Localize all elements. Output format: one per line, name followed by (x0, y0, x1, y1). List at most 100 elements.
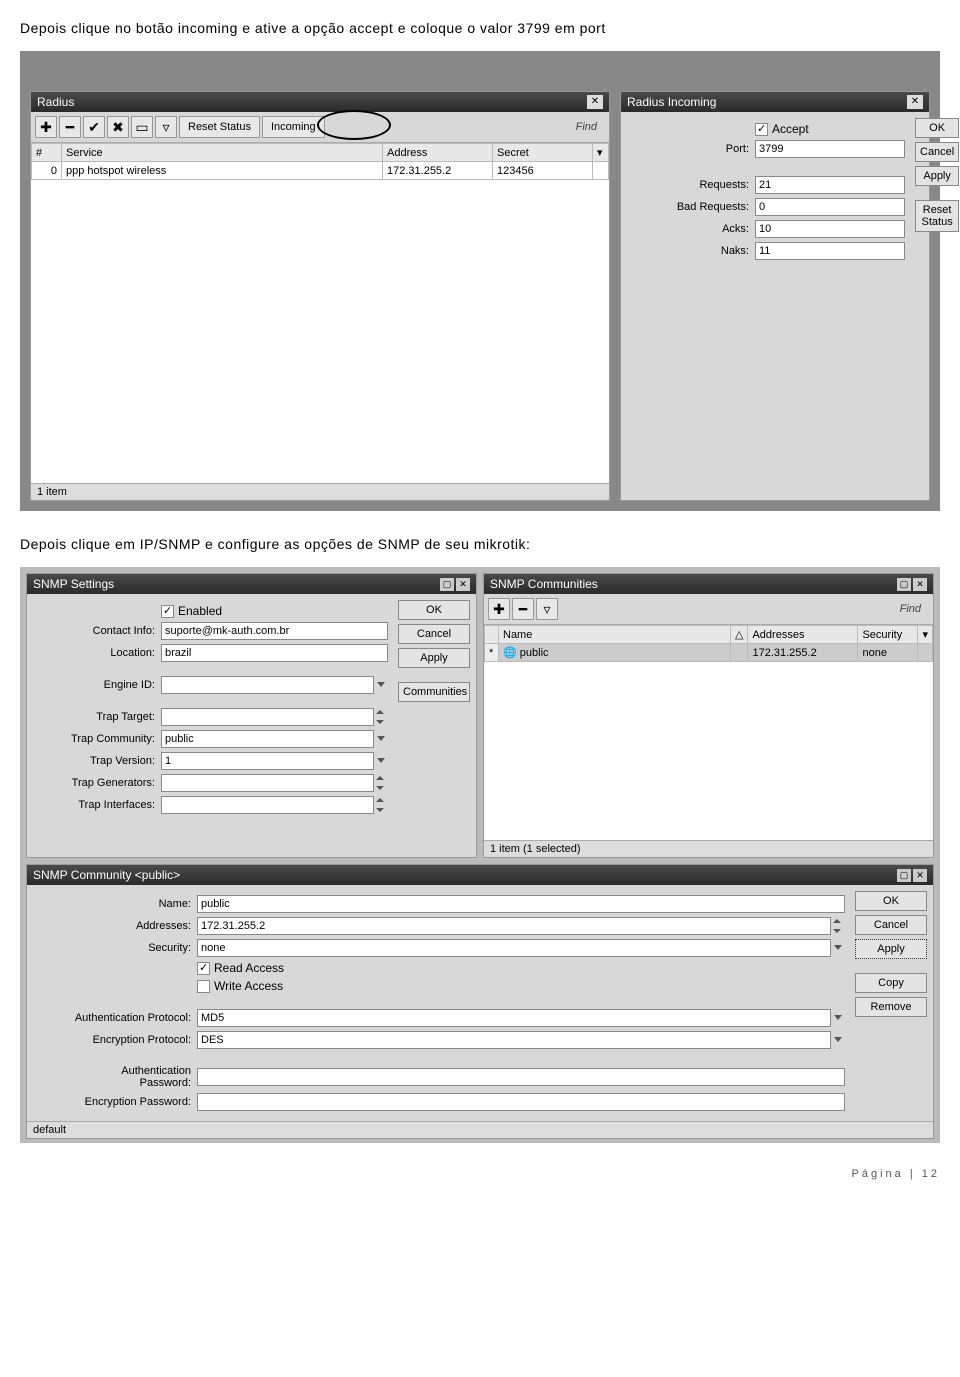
addr-field[interactable] (197, 917, 831, 935)
remove-button[interactable]: ━ (59, 116, 81, 138)
encproto-field[interactable] (197, 1031, 831, 1049)
radius-table-area: # Service Address Secret ▾ 0 ppp hotspot… (31, 143, 609, 483)
incoming-form: Accept Port: Requests: Bad Requests: (621, 112, 909, 270)
col-dropdown[interactable]: ▾ (593, 144, 609, 162)
authpass-field[interactable] (197, 1068, 845, 1086)
remove-button[interactable]: Remove (855, 997, 927, 1017)
snmp-settings-buttons: OK Cancel Apply Communities (392, 594, 476, 824)
contact-label: Contact Info: (31, 625, 161, 637)
incoming-buttons: OK Cancel Apply Reset Status (909, 112, 960, 270)
screenshot-snmp: SNMP Settings ▢✕ Enabled Contact Info: (20, 567, 940, 1143)
contact-field[interactable] (161, 622, 388, 640)
close-icon[interactable]: ✕ (913, 869, 927, 882)
reset-status-button[interactable]: Reset Status (915, 200, 959, 232)
cancel-button[interactable]: Cancel (855, 915, 927, 935)
find-label[interactable]: Find (900, 603, 929, 615)
addr-label: Addresses: (67, 920, 197, 932)
copy-button[interactable]: Copy (855, 973, 927, 993)
trapgen-field[interactable] (161, 774, 374, 792)
close-icon[interactable]: ✕ (456, 578, 470, 591)
enable-button[interactable]: ✔ (83, 116, 105, 138)
ok-button[interactable]: OK (398, 600, 470, 620)
location-field[interactable] (161, 644, 388, 662)
trapif-field[interactable] (161, 796, 374, 814)
minimize-icon[interactable]: ▢ (897, 578, 911, 591)
ok-button[interactable]: OK (915, 118, 959, 138)
snmp-settings-form: Enabled Contact Info: Location: Engine I… (27, 594, 392, 824)
minimize-icon[interactable]: ▢ (897, 869, 911, 882)
add-button[interactable]: ✚ (488, 598, 510, 620)
trapcommunity-field[interactable] (161, 730, 374, 748)
disable-button[interactable]: ✖ (107, 116, 129, 138)
spinner-icon[interactable] (374, 796, 388, 814)
annotation-circle (317, 110, 391, 140)
radius-incoming-window: Radius Incoming ✕ Accept Port: (620, 91, 930, 501)
encpass-field[interactable] (197, 1093, 845, 1111)
col-num[interactable]: # (32, 144, 62, 162)
apply-button[interactable]: Apply (855, 939, 927, 959)
naks-label: Naks: (625, 245, 755, 257)
table-row[interactable]: * 🌐 public 172.31.255.2 none (485, 644, 933, 662)
authproto-label: Authentication Protocol: (67, 1012, 197, 1024)
remove-button[interactable]: ━ (512, 598, 534, 620)
snmp-comm-table-area: Name △ Addresses Security ▾ * 🌐 public 1… (484, 625, 933, 840)
col-address[interactable]: Address (383, 144, 493, 162)
ok-button[interactable]: OK (855, 891, 927, 911)
spinner-icon[interactable] (831, 917, 845, 935)
cancel-button[interactable]: Cancel (398, 624, 470, 644)
find-label[interactable]: Find (576, 121, 605, 133)
add-button[interactable]: ✚ (35, 116, 57, 138)
cell-num: 0 (32, 162, 62, 180)
radius-table: # Service Address Secret ▾ 0 ppp hotspot… (31, 143, 609, 180)
table-row[interactable]: 0 ppp hotspot wireless 172.31.255.2 1234… (32, 162, 609, 180)
col-sort[interactable]: △ (731, 626, 748, 644)
filter-button[interactable]: ▿ (536, 598, 558, 620)
cell-addresses: 172.31.255.2 (748, 644, 858, 662)
communities-button[interactable]: Communities (398, 682, 470, 702)
col-name[interactable]: Name (499, 626, 731, 644)
encpass-label: Encryption Password: (67, 1096, 197, 1108)
name-field[interactable] (197, 895, 845, 913)
close-icon[interactable]: ✕ (913, 578, 927, 591)
chevron-down-icon[interactable] (831, 939, 845, 957)
col-security[interactable]: Security (858, 626, 918, 644)
snmp-communities-window: SNMP Communities ▢✕ ✚ ━ ▿ Find Name △ Ad… (483, 573, 934, 858)
chevron-down-icon[interactable] (831, 1031, 845, 1049)
snmp-settings-window: SNMP Settings ▢✕ Enabled Contact Info: (26, 573, 477, 858)
apply-button[interactable]: Apply (398, 648, 470, 668)
spinner-icon[interactable] (374, 708, 388, 726)
chevron-down-icon[interactable] (831, 1009, 845, 1027)
spinner-icon[interactable] (374, 774, 388, 792)
community-form: Name: Addresses: Security: Read Access (27, 885, 849, 1121)
trapcommunity-label: Trap Community: (31, 733, 161, 745)
trapversion-label: Trap Version: (31, 755, 161, 767)
chevron-down-icon[interactable] (374, 676, 388, 694)
col-addresses[interactable]: Addresses (748, 626, 858, 644)
col-service[interactable]: Service (62, 144, 383, 162)
incoming-button[interactable]: Incoming (262, 116, 325, 138)
enabled-checkbox[interactable] (161, 605, 174, 618)
filter-button[interactable]: ▿ (155, 116, 177, 138)
community-title: SNMP Community <public> (33, 868, 180, 882)
engine-field[interactable] (161, 676, 374, 694)
instruction-2: Depois clique em IP/SNMP e configure as … (20, 536, 940, 552)
chevron-down-icon[interactable] (374, 730, 388, 748)
accept-label: Accept (772, 122, 809, 136)
traptarget-field[interactable] (161, 708, 374, 726)
write-access-checkbox[interactable] (197, 980, 210, 993)
sec-field[interactable] (197, 939, 831, 957)
authproto-field[interactable] (197, 1009, 831, 1027)
close-icon[interactable]: ✕ (587, 95, 603, 109)
accept-checkbox[interactable] (755, 123, 768, 136)
port-field[interactable] (755, 140, 905, 158)
comment-button[interactable]: ▭ (131, 116, 153, 138)
minimize-icon[interactable]: ▢ (440, 578, 454, 591)
reset-status-button[interactable]: Reset Status (179, 116, 260, 138)
chevron-down-icon[interactable] (374, 752, 388, 770)
apply-button[interactable]: Apply (915, 166, 959, 186)
read-access-checkbox[interactable] (197, 962, 210, 975)
cancel-button[interactable]: Cancel (915, 142, 959, 162)
close-icon[interactable]: ✕ (907, 95, 923, 109)
trapversion-field[interactable] (161, 752, 374, 770)
col-secret[interactable]: Secret (493, 144, 593, 162)
